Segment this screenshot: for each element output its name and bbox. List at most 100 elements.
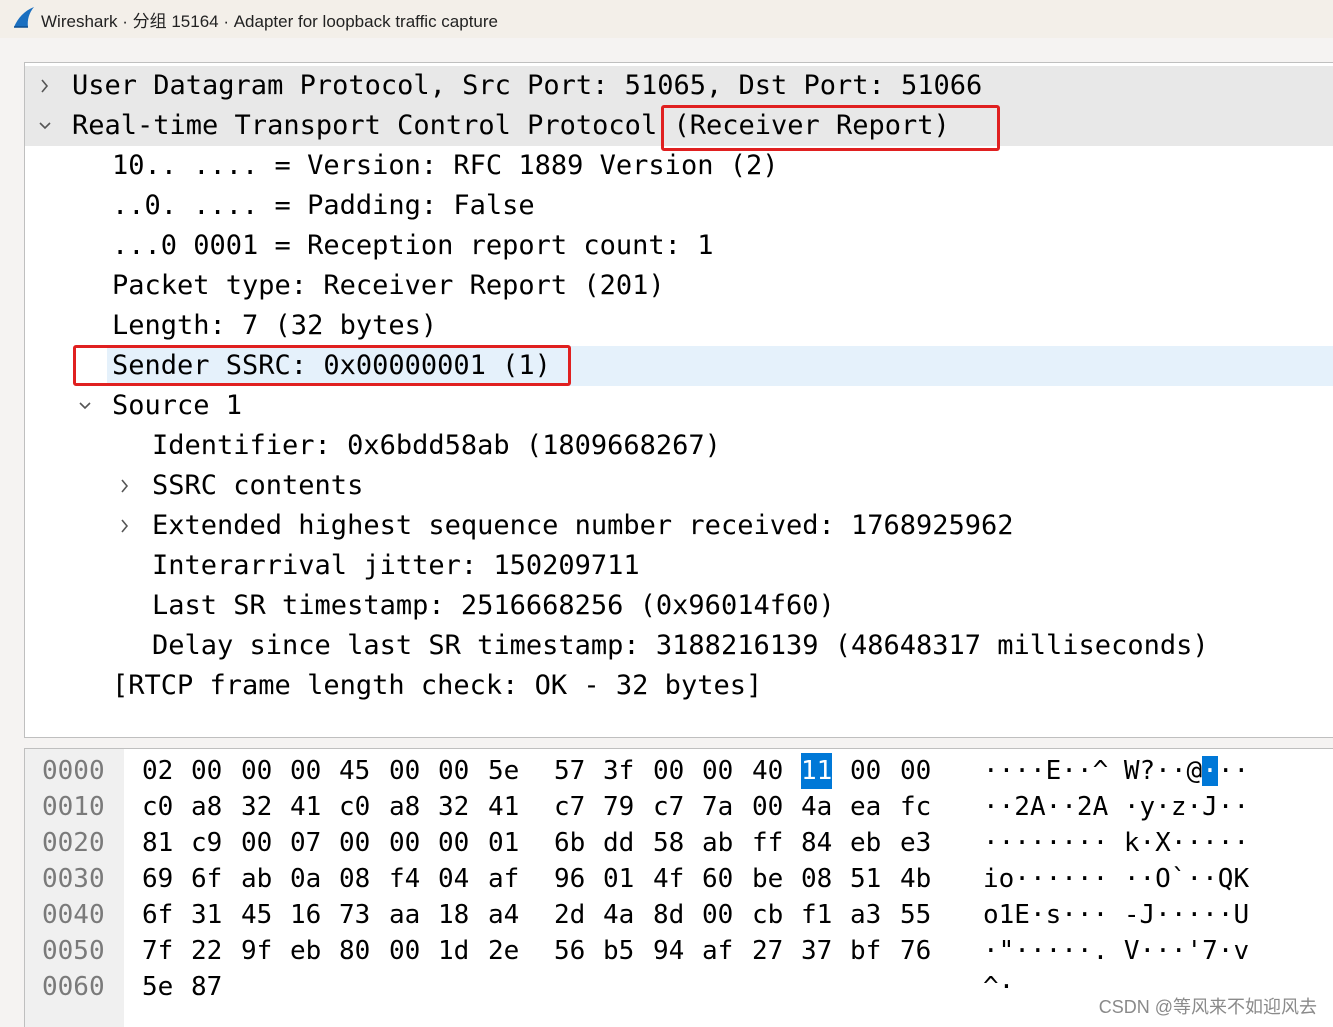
hex-byte[interactable]: 00: [241, 753, 272, 789]
padding-field[interactable]: ..0. .... = Padding: False: [25, 186, 1333, 226]
hex-byte[interactable]: 2e: [488, 933, 519, 969]
hex-byte[interactable]: 00: [438, 825, 469, 861]
hex-byte[interactable]: 2d: [554, 897, 585, 933]
hex-byte[interactable]: 1d: [438, 933, 469, 969]
hex-byte[interactable]: 00: [389, 753, 420, 789]
hex-byte[interactable]: 96: [554, 861, 585, 897]
hex-byte[interactable]: 7f: [142, 933, 173, 969]
chevron-right-icon[interactable]: [37, 75, 53, 97]
hex-byte[interactable]: 00: [702, 753, 733, 789]
hex-byte[interactable]: ab: [702, 825, 733, 861]
hex-byte[interactable]: 00: [339, 825, 370, 861]
hex-byte[interactable]: 5e: [142, 969, 173, 1005]
chevron-down-icon[interactable]: [37, 115, 53, 137]
hex-byte[interactable]: a4: [488, 897, 519, 933]
version-field[interactable]: 10.. .... = Version: RFC 1889 Version (2…: [25, 146, 1333, 186]
packet-details-pane[interactable]: User Datagram Protocol, Src Port: 51065,…: [24, 62, 1333, 738]
hex-byte[interactable]: 00: [900, 753, 931, 789]
hex-byte[interactable]: 56: [554, 933, 585, 969]
hex-byte[interactable]: 08: [801, 861, 832, 897]
jitter-field[interactable]: Interarrival jitter: 150209711: [25, 546, 1333, 586]
hex-byte[interactable]: af: [702, 933, 733, 969]
hex-byte[interactable]: ab: [241, 861, 272, 897]
hex-byte[interactable]: 8d: [653, 897, 684, 933]
hex-byte[interactable]: 4f: [653, 861, 684, 897]
hex-byte[interactable]: 00: [191, 753, 222, 789]
hex-byte[interactable]: 00: [290, 753, 321, 789]
selected-ascii-char[interactable]: ·: [1202, 756, 1218, 786]
hex-dump-line[interactable]: 0000 02 00 00 00 45 00 00 5e 57 3f 00 00 40 11 00 00 ····…: [25, 753, 1333, 789]
hex-byte[interactable]: 00: [850, 753, 881, 789]
hex-byte[interactable]: c0: [142, 789, 173, 825]
hex-byte[interactable]: 94: [653, 933, 684, 969]
hex-byte[interactable]: be: [752, 861, 783, 897]
hex-byte[interactable]: 60: [702, 861, 733, 897]
hex-byte[interactable]: 08: [339, 861, 370, 897]
hex-dump-line[interactable]: 0030 69 6f ab 0a 08 f4 04 af 96 01 4f 60 be 08 51 4b io··…: [25, 861, 1333, 897]
hex-byte[interactable]: 00: [241, 825, 272, 861]
hex-byte[interactable]: 16: [290, 897, 321, 933]
hex-byte[interactable]: 02: [142, 753, 173, 789]
hex-byte[interactable]: cb: [752, 897, 783, 933]
hex-byte[interactable]: bf: [850, 933, 881, 969]
hex-byte[interactable]: f1: [801, 897, 832, 933]
hex-dump-line[interactable]: 0050 7f 22 9f eb 80 00 1d 2e 56 b5 94 af 27 37 bf 76 ·"··…: [25, 933, 1333, 969]
hex-byte[interactable]: 11: [801, 753, 833, 789]
packet-bytes-pane[interactable]: 0000 02 00 00 00 45 00 00 5e 57 3f 00 00 40 11 00 00 ····…: [24, 748, 1333, 1027]
hex-byte[interactable]: 0a: [290, 861, 321, 897]
reception-count-field[interactable]: ...0 0001 = Reception report count: 1: [25, 226, 1333, 266]
hex-byte[interactable]: 4a: [603, 897, 634, 933]
hex-byte[interactable]: 69: [142, 861, 173, 897]
hex-byte[interactable]: 58: [653, 825, 684, 861]
hex-byte[interactable]: b5: [603, 933, 634, 969]
hex-byte[interactable]: af: [488, 861, 519, 897]
ascii-dump[interactable]: ^·: [983, 969, 1014, 1005]
hex-byte[interactable]: 4b: [900, 861, 931, 897]
hex-byte[interactable]: 4a: [801, 789, 832, 825]
hex-byte[interactable]: 32: [241, 789, 272, 825]
hex-byte[interactable]: fc: [900, 789, 931, 825]
ascii-dump[interactable]: o1E·s··· -J·····U: [983, 897, 1249, 933]
ascii-dump[interactable]: ··2A··2A ·y·z·J··: [983, 789, 1249, 825]
hex-byte[interactable]: 9f: [241, 933, 272, 969]
chevron-right-icon[interactable]: [117, 515, 133, 537]
hex-byte[interactable]: 76: [900, 933, 931, 969]
hex-byte[interactable]: 6b: [554, 825, 585, 861]
ascii-dump[interactable]: ·"·····. V···'7·v: [983, 933, 1249, 969]
hex-byte[interactable]: 79: [603, 789, 634, 825]
hex-byte[interactable]: 84: [801, 825, 832, 861]
hex-byte[interactable]: 00: [438, 753, 469, 789]
hex-byte[interactable]: c9: [191, 825, 222, 861]
identifier-field[interactable]: Identifier: 0x6bdd58ab (1809668267): [25, 426, 1333, 466]
hex-byte[interactable]: eb: [290, 933, 321, 969]
hex-byte[interactable]: aa: [389, 897, 420, 933]
hex-byte[interactable]: a8: [389, 789, 420, 825]
hex-byte[interactable]: 81: [142, 825, 173, 861]
frame-length-check-field[interactable]: [RTCP frame length check: OK - 32 bytes]: [25, 666, 1333, 706]
hex-byte[interactable]: 80: [339, 933, 370, 969]
hex-byte[interactable]: 73: [339, 897, 370, 933]
hex-byte[interactable]: e3: [900, 825, 931, 861]
dlsr-field[interactable]: Delay since last SR timestamp: 318821613…: [25, 626, 1333, 666]
length-field[interactable]: Length: 7 (32 bytes): [25, 306, 1333, 346]
hex-byte[interactable]: c7: [554, 789, 585, 825]
chevron-down-icon[interactable]: [77, 395, 93, 417]
hex-byte[interactable]: 40: [752, 753, 783, 789]
packet-type-field[interactable]: Packet type: Receiver Report (201): [25, 266, 1333, 306]
hex-byte[interactable]: 00: [702, 897, 733, 933]
chevron-right-icon[interactable]: [117, 475, 133, 497]
hex-byte[interactable]: eb: [850, 825, 881, 861]
hex-byte[interactable]: c0: [339, 789, 370, 825]
hex-byte[interactable]: 01: [603, 861, 634, 897]
ascii-dump[interactable]: io······ ··O`··QK: [983, 861, 1249, 897]
hex-byte[interactable]: 45: [241, 897, 272, 933]
hex-byte[interactable]: 87: [191, 969, 222, 1005]
hex-byte[interactable]: 55: [900, 897, 931, 933]
hex-byte[interactable]: 07: [290, 825, 321, 861]
hex-byte[interactable]: c7: [653, 789, 684, 825]
ascii-dump[interactable]: ····E··^ W?··@···: [983, 753, 1249, 789]
hex-byte[interactable]: 32: [438, 789, 469, 825]
hex-byte[interactable]: 00: [653, 753, 684, 789]
hex-byte[interactable]: 00: [389, 825, 420, 861]
hex-byte[interactable]: 41: [488, 789, 519, 825]
